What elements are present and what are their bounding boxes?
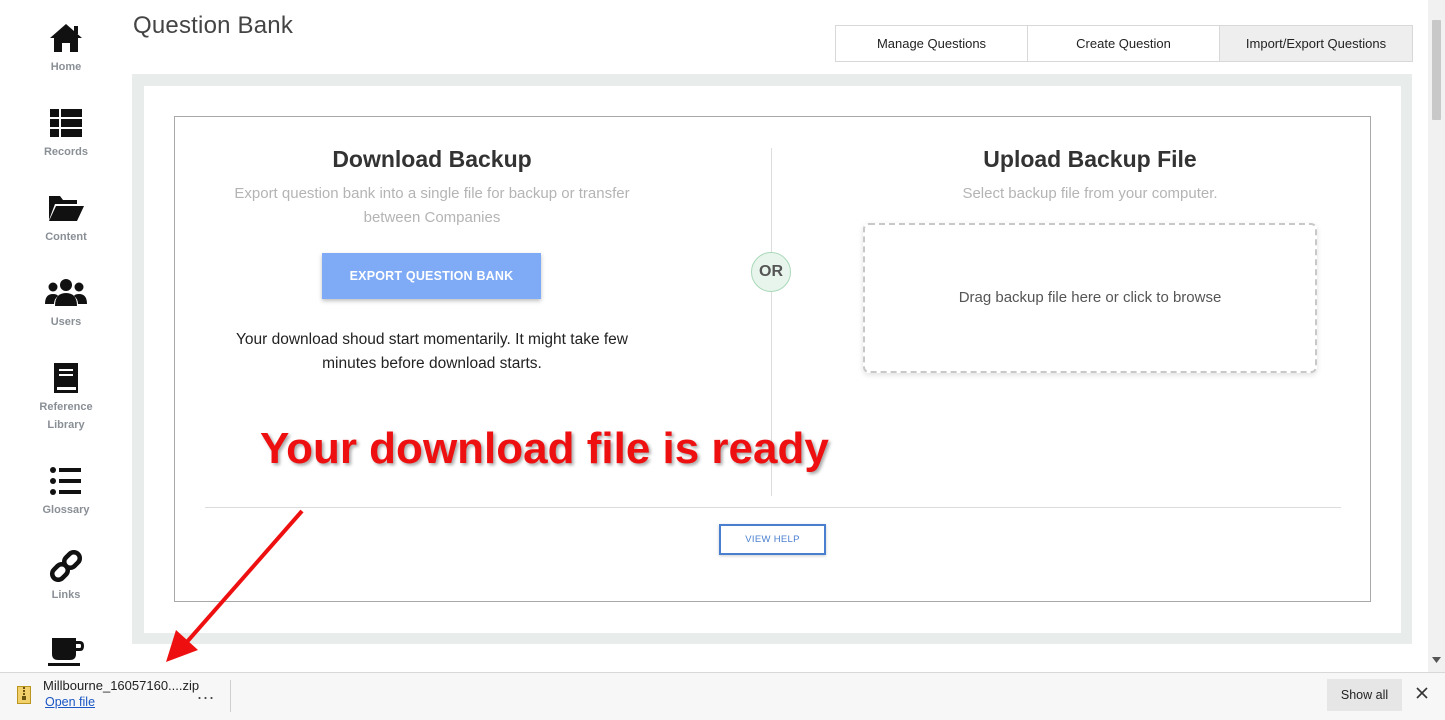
footer-divider (205, 507, 1341, 508)
download-subtitle-line: between Companies (363, 209, 501, 226)
scroll-down-arrow-icon[interactable] (1432, 656, 1441, 664)
download-backup-subtitle: Export question bank into a single file … (205, 182, 659, 230)
users-icon (45, 279, 87, 306)
download-bar-separator (230, 680, 231, 712)
list-icon (50, 467, 81, 495)
upload-backup-title: Upload Backup File (983, 146, 1197, 172)
sidebar: Home Records Content Users Reference Lib… (0, 0, 132, 672)
download-more-options-button[interactable]: ... (197, 683, 215, 704)
open-file-link[interactable]: Open file (45, 695, 95, 709)
list-grid-icon (50, 109, 82, 137)
show-all-downloads-button[interactable]: Show all (1327, 679, 1402, 711)
sidebar-item-glossary[interactable]: Glossary (0, 465, 132, 519)
scrollbar-thumb[interactable] (1432, 20, 1441, 120)
link-icon (49, 550, 83, 582)
sidebar-item-label: Records (43, 146, 89, 158)
export-question-bank-button[interactable]: EXPORT QUESTION BANK (322, 253, 541, 299)
tab-manage-questions[interactable]: Manage Questions (836, 26, 1028, 61)
app-window: Home Records Content Users Reference Lib… (0, 0, 1445, 720)
view-help-button[interactable]: VIEW HELP (719, 524, 826, 555)
download-message-line: minutes before download starts. (322, 355, 542, 372)
annotation-text: Your download file is ready (260, 424, 829, 473)
sidebar-item-reference-library[interactable]: Reference Library (0, 362, 132, 434)
sidebar-item-content[interactable]: Content (0, 192, 132, 246)
upload-backup-subtitle: Select backup file from your computer. (962, 185, 1218, 202)
book-icon (54, 363, 78, 393)
coffee-cup-icon (48, 638, 84, 666)
annotation-arrow-icon (166, 509, 304, 662)
sidebar-item-users[interactable]: Users (0, 277, 132, 331)
tab-bar: Manage Questions Create Question Import/… (835, 25, 1413, 62)
sidebar-item-label: Glossary (42, 504, 90, 516)
or-badge: OR (751, 252, 791, 292)
download-bar (0, 672, 1445, 720)
download-subtitle-line: Export question bank into a single file … (234, 185, 630, 202)
folder-open-icon (49, 196, 84, 221)
tab-create-question[interactable]: Create Question (1028, 26, 1220, 61)
close-icon[interactable] (1416, 687, 1428, 699)
download-file-name[interactable]: Millbourne_16057160....zip (43, 678, 199, 693)
sidebar-item-records[interactable]: Records (0, 107, 132, 161)
home-icon (50, 24, 82, 52)
upload-dropzone[interactable]: Drag backup file here or click to browse (863, 223, 1317, 373)
tab-import-export-questions[interactable]: Import/Export Questions (1220, 26, 1412, 61)
sidebar-item-label: Users (50, 316, 82, 328)
download-backup-title: Download Backup (332, 146, 532, 172)
download-message-line: Your download shoud start momentarily. I… (235, 331, 628, 348)
zip-file-icon (17, 686, 31, 704)
sidebar-item-label: Home (50, 61, 82, 73)
sidebar-item-label: Reference Library (39, 401, 93, 431)
download-status-message: Your download shoud start momentarily. I… (205, 328, 659, 376)
sidebar-item-label: Content (45, 231, 87, 243)
sidebar-item-coffee[interactable] (0, 636, 132, 668)
sidebar-item-links[interactable]: Links (0, 550, 132, 604)
sidebar-item-home[interactable]: Home (0, 22, 132, 76)
sidebar-item-label: Links (51, 589, 81, 601)
page-title: Question Bank (133, 12, 294, 39)
